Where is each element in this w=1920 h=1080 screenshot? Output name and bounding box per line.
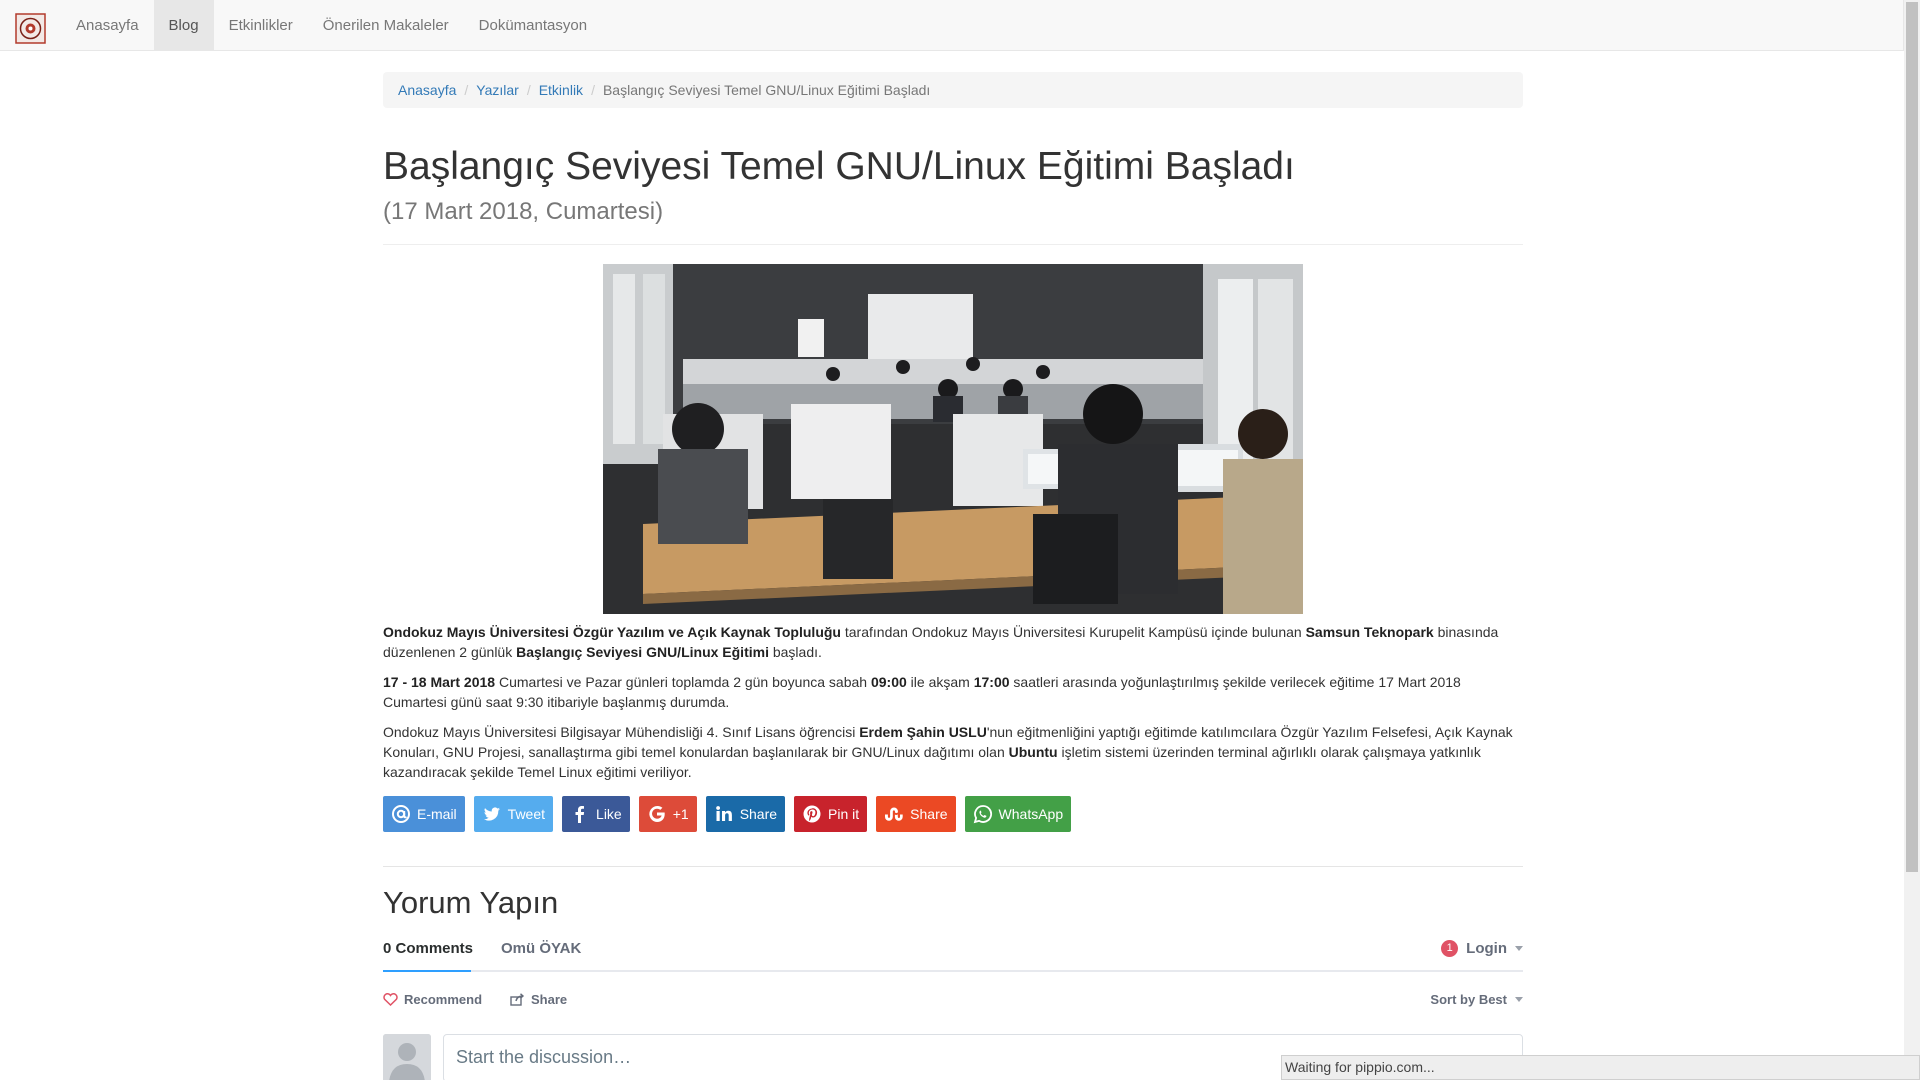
browser-status-bar: Waiting for pippio.com... — [1281, 1055, 1920, 1080]
heart-icon — [383, 993, 398, 1006]
tab-community[interactable]: Omü ÖYAK — [501, 940, 581, 957]
share-googleplus-button[interactable]: +1 — [638, 796, 697, 832]
vertical-scrollbar[interactable] — [1904, 0, 1920, 1080]
breadcrumb: Anasayfa / Yazılar / Etkinlik / Başlangı… — [383, 72, 1523, 108]
facebook-icon — [575, 806, 585, 823]
breadcrumb-link-etkinlik[interactable]: Etkinlik — [539, 82, 583, 98]
nav-item-etkinlikler[interactable]: Etkinlikler — [214, 0, 308, 51]
recommend-button[interactable]: Recommend — [383, 992, 482, 1007]
notification-badge: 1 — [1441, 940, 1459, 957]
tab-comments[interactable]: 0 Comments — [383, 940, 473, 957]
post-photo — [603, 264, 1303, 614]
nav-item-blog[interactable]: Blog — [153, 0, 214, 51]
chevron-down-icon — [1515, 946, 1523, 951]
avatar — [383, 1034, 431, 1080]
breadcrumb-current: Başlangıç Seviyesi Temel GNU/Linux Eğiti… — [602, 82, 931, 98]
page: Anasayfa Blog Etkinlikler Önerilen Makal… — [0, 0, 1920, 1080]
at-sign-icon — [392, 805, 410, 823]
breadcrumb-separator: / — [526, 82, 531, 98]
active-tab-indicator — [383, 970, 471, 972]
twitter-bird-icon — [483, 807, 500, 821]
share-linkedin-button[interactable]: Share — [705, 796, 786, 832]
post-body: Ondokuz Mayıs Üniversitesi Özgür Yazılım… — [383, 622, 1523, 782]
share-email-button[interactable]: E-mail — [383, 796, 465, 832]
navbar: Anasayfa Blog Etkinlikler Önerilen Makal… — [0, 0, 1904, 51]
login-button[interactable]: 1 Login — [1441, 940, 1523, 957]
page-header: Başlangıç Seviyesi Temel GNU/Linux Eğiti… — [383, 146, 1523, 245]
breadcrumb-link-yazilar[interactable]: Yazılar — [476, 82, 519, 98]
share-twitter-button[interactable]: Tweet — [473, 796, 554, 832]
sort-dropdown[interactable]: Sort by Best — [1430, 992, 1523, 1007]
page-title: Başlangıç Seviyesi Temel GNU/Linux Eğiti… — [383, 145, 1295, 188]
stumbleupon-icon — [885, 807, 903, 821]
comments-heading: Yorum Yapın — [383, 885, 559, 920]
google-icon — [649, 806, 665, 822]
nav-item-anasayfa[interactable]: Anasayfa — [61, 0, 154, 51]
post-date: (17 Mart 2018, Cumartesi) — [383, 198, 664, 225]
share-whatsapp-button[interactable]: WhatsApp — [964, 796, 1072, 832]
breadcrumb-separator: / — [464, 82, 469, 98]
linkedin-icon — [715, 806, 732, 821]
whatsapp-icon — [973, 805, 992, 824]
scrollbar-thumb[interactable] — [1906, 2, 1918, 872]
disqus-tabs: 0 Comments Omü ÖYAK 1 Login — [383, 936, 1523, 972]
share-facebook-button[interactable]: Like — [562, 796, 630, 832]
nav-item-onerilen-makaleler[interactable]: Önerilen Makaleler — [308, 0, 464, 51]
main-content: Anasayfa / Yazılar / Etkinlik / Başlangı… — [383, 72, 1523, 1080]
share-icon — [510, 993, 525, 1006]
nav-item-dokumantasyon[interactable]: Dokümantasyon — [464, 0, 602, 51]
share-thread-button[interactable]: Share — [510, 992, 567, 1007]
post-paragraph: Ondokuz Mayıs Üniversitesi Özgür Yazılım… — [383, 624, 1499, 660]
section-divider — [383, 866, 1523, 867]
login-label: Login — [1466, 940, 1507, 957]
disqus-actions: Recommend Share Sort by Best — [383, 982, 1523, 1022]
breadcrumb-separator: / — [591, 82, 595, 98]
share-stumbleupon-button[interactable]: Share — [876, 796, 956, 832]
post-paragraph: Ondokuz Mayıs Üniversitesi Bilgisayar Mü… — [383, 724, 1513, 780]
pinterest-icon — [803, 805, 821, 823]
site-logo[interactable] — [14, 12, 47, 45]
chevron-down-icon — [1515, 997, 1523, 1002]
breadcrumb-link-anasayfa[interactable]: Anasayfa — [398, 82, 456, 98]
share-pinterest-button[interactable]: Pin it — [794, 796, 868, 832]
post-paragraph: 17 - 18 Mart 2018 Cumartesi ve Pazar gün… — [383, 674, 1461, 710]
share-bar: E-mail Tweet Like +1 Share Pin it Share … — [383, 796, 1523, 832]
